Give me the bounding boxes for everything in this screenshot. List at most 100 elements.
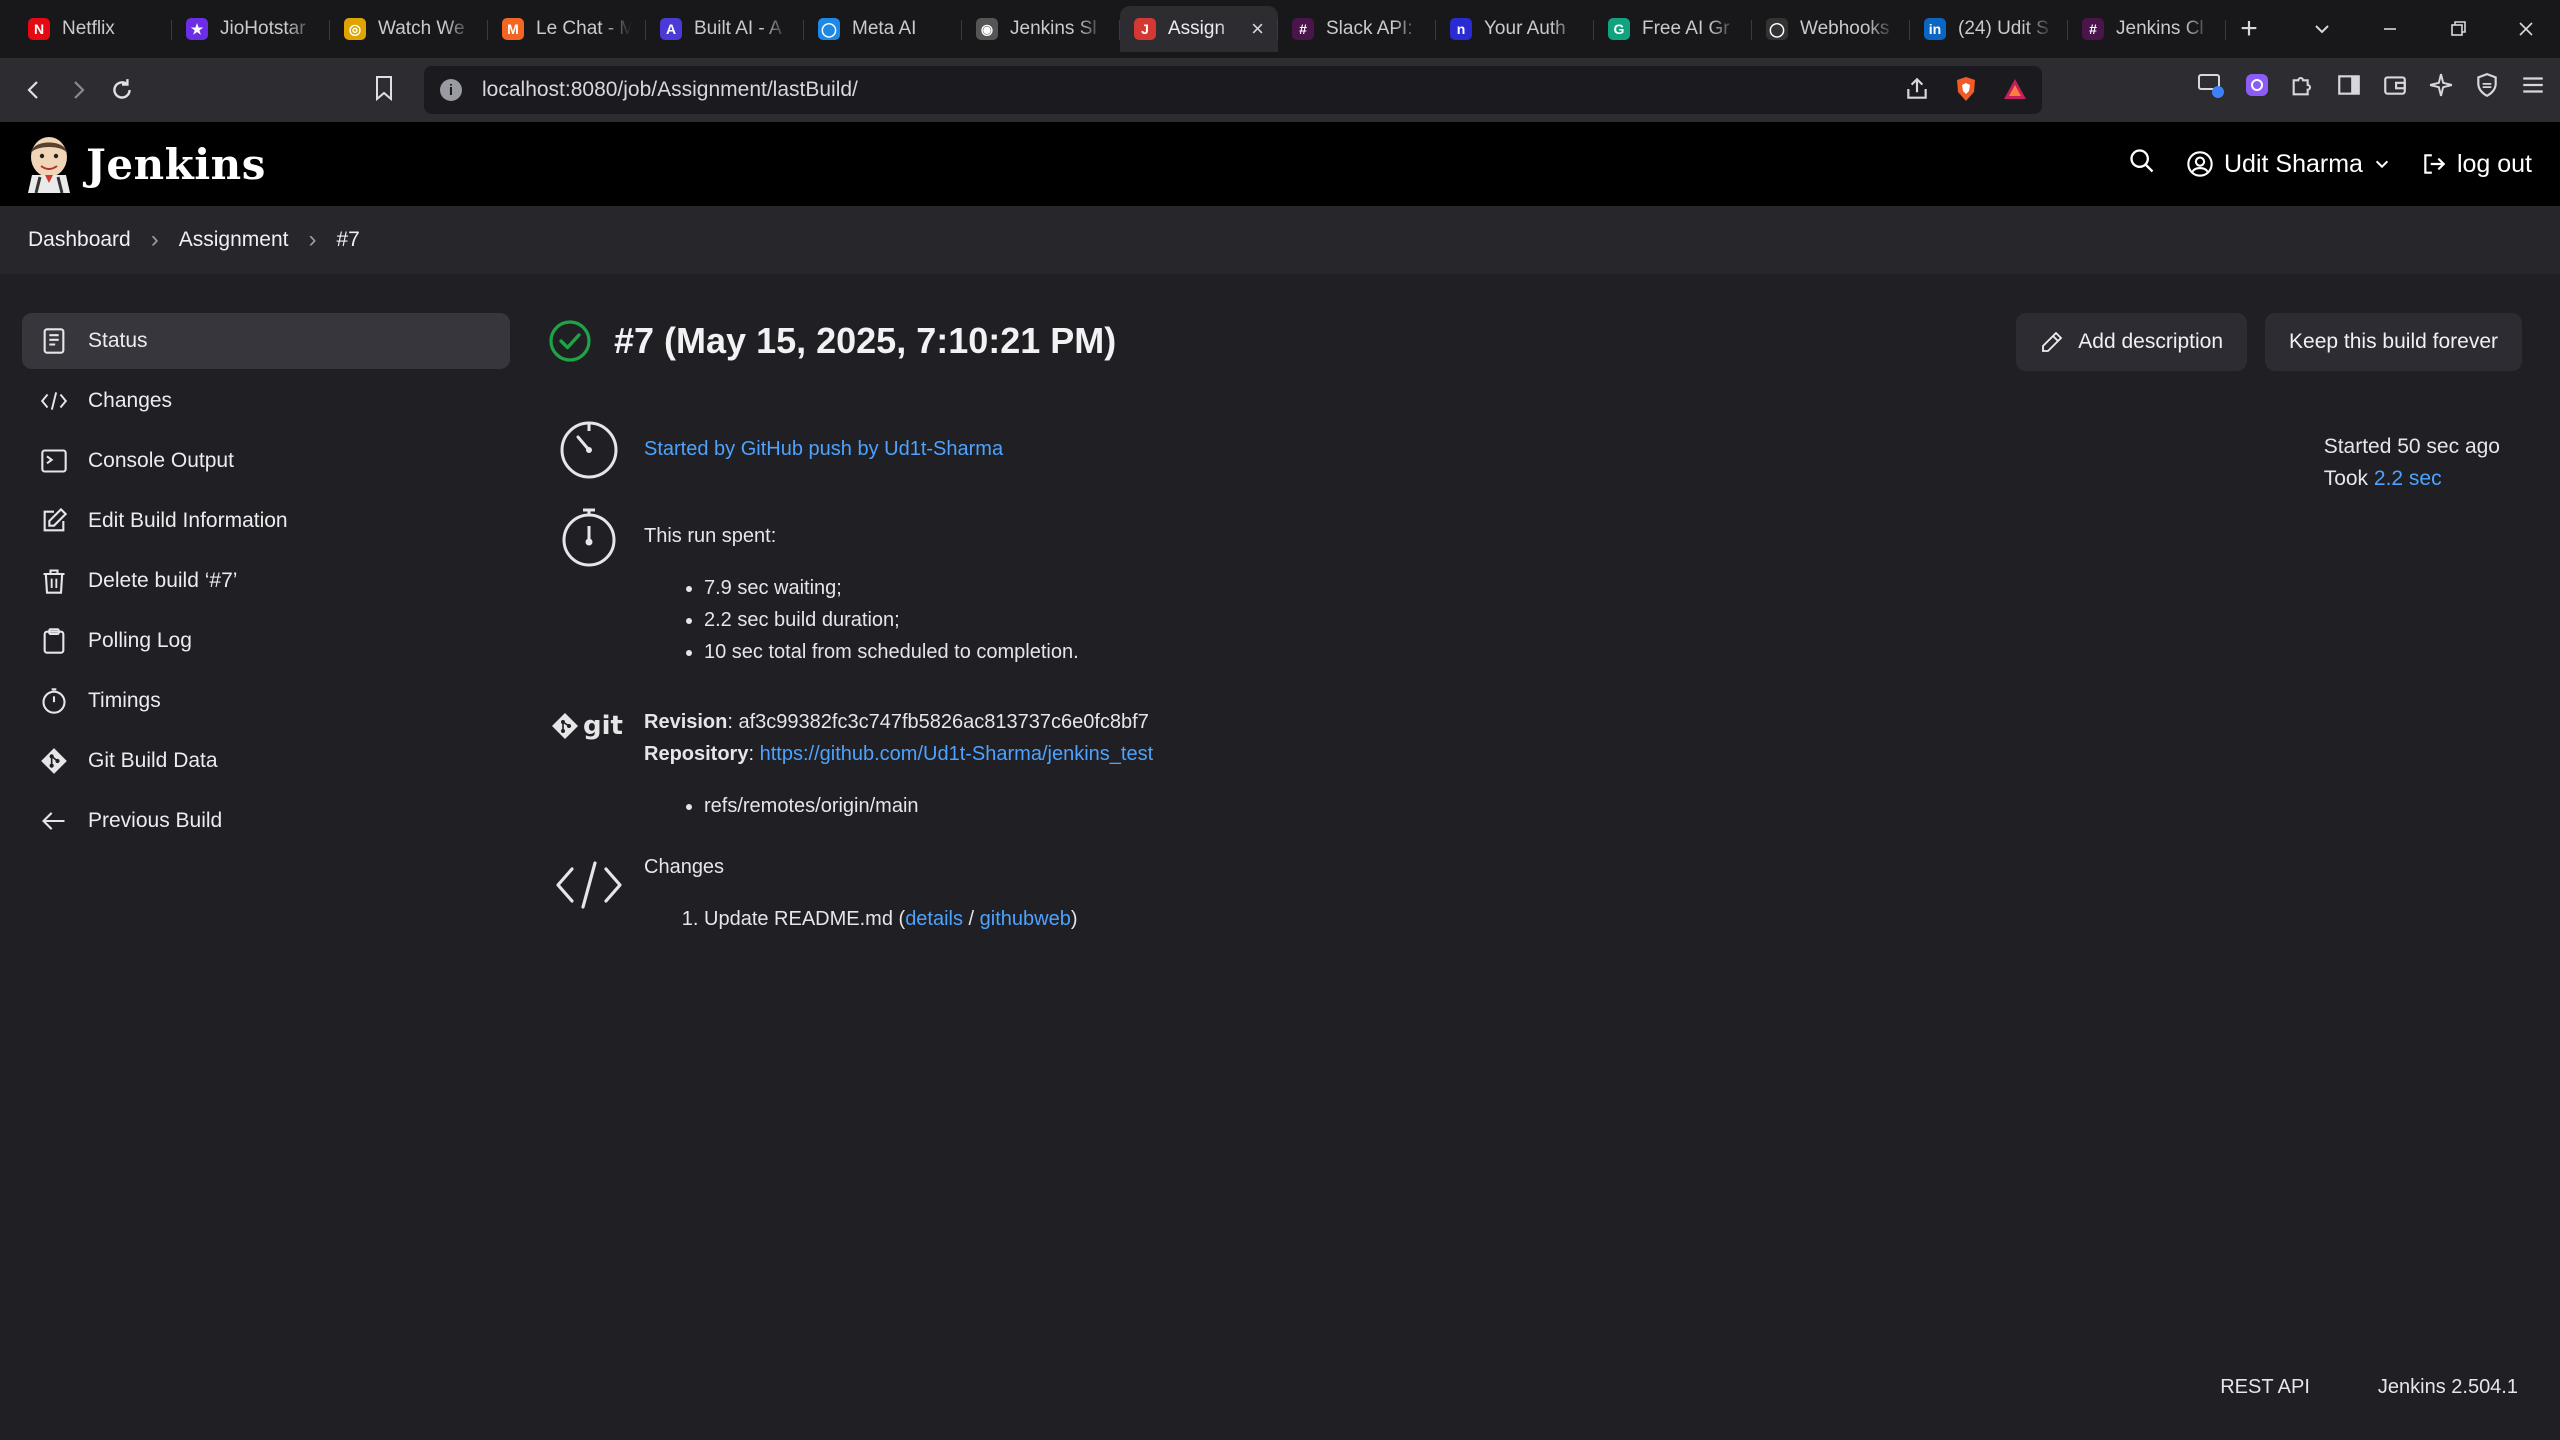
- jenkins-version-link[interactable]: Jenkins 2.504.1: [2378, 1376, 2518, 1399]
- took-duration-link[interactable]: 2.2 sec: [2374, 467, 2442, 490]
- took-label: Took: [2323, 467, 2369, 490]
- browser-tab[interactable]: ★ JioHotstar: [172, 6, 330, 52]
- started-ago: Started 50 sec ago: [2323, 435, 2500, 458]
- back-button[interactable]: [12, 68, 56, 112]
- bookmark-icon[interactable]: [372, 74, 396, 107]
- url-text[interactable]: localhost:8080/job/Assignment/lastBuild/: [482, 78, 858, 102]
- sidebar-item-label: Changes: [88, 389, 173, 412]
- address-bar[interactable]: i localhost:8080/job/Assignment/lastBuil…: [424, 66, 2042, 114]
- started-by-link[interactable]: Started by GitHub push by Ud1t-Sharma: [644, 438, 1003, 460]
- screen-share-extension-icon[interactable]: [2196, 70, 2226, 100]
- edit-icon: [43, 507, 68, 532]
- sidebar-item-polling-log[interactable]: Polling Log: [22, 613, 510, 669]
- sidebar-item-changes[interactable]: Changes: [22, 373, 510, 429]
- list-item: 7.9 sec waiting;: [704, 572, 1079, 604]
- browser-tab[interactable]: # Jenkins Cl: [2068, 6, 2226, 52]
- vpn-shield-icon[interactable]: [2472, 70, 2502, 100]
- browser-menu-icon[interactable]: [2518, 70, 2548, 100]
- sidebar-item-console-output[interactable]: Console Output: [22, 433, 510, 489]
- logout-link[interactable]: log out: [2421, 150, 2532, 179]
- sidebar-item-label: Delete build ‘#7’: [88, 569, 238, 592]
- jenkins-title[interactable]: Jenkins: [86, 140, 266, 189]
- leo-ai-icon[interactable]: [2426, 70, 2456, 100]
- timer-icon: [560, 421, 618, 479]
- close-window-button[interactable]: [2492, 0, 2560, 58]
- close-tab-icon[interactable]: ×: [1251, 16, 1264, 42]
- add-description-label: Add description: [2078, 330, 2224, 353]
- tab-label: JioHotstar: [220, 18, 306, 39]
- tab-label: Le Chat - M: [536, 18, 632, 39]
- browser-tab[interactable]: J Assign ×: [1120, 6, 1278, 52]
- wallet-icon[interactable]: [2380, 70, 2410, 100]
- user-name[interactable]: Udit Sharma: [2224, 150, 2363, 179]
- brave-shields-icon[interactable]: [1954, 76, 1978, 108]
- rest-api-link[interactable]: REST API: [2220, 1376, 2310, 1399]
- browser-tab[interactable]: n Your Auth: [1436, 6, 1594, 52]
- sidebar-item-label: Previous Build: [88, 809, 223, 832]
- site-info-icon[interactable]: i: [440, 79, 462, 101]
- browser-tab[interactable]: ◎ Watch We: [330, 6, 488, 52]
- ai-extension-icon[interactable]: [2242, 70, 2272, 100]
- extensions-area: [2196, 70, 2548, 100]
- puzzle-extensions-icon[interactable]: [2288, 70, 2318, 100]
- tab-favicon-icon: A: [660, 18, 682, 40]
- keep-build-forever-button[interactable]: Keep this build forever: [2265, 313, 2522, 371]
- code-icon: [556, 861, 622, 909]
- browser-tab[interactable]: in (24) Udit S: [1910, 6, 2068, 52]
- restore-button[interactable]: [2424, 0, 2492, 58]
- brave-rewards-icon[interactable]: [2002, 77, 2028, 107]
- tab-label: Webhooks: [1800, 18, 1890, 39]
- browser-tab[interactable]: ◯ Meta AI: [804, 6, 962, 52]
- logout-label[interactable]: log out: [2457, 150, 2532, 179]
- repository-link[interactable]: https://github.com/Ud1t-Sharma/jenkins_t…: [760, 743, 1154, 765]
- reload-button[interactable]: [100, 68, 144, 112]
- sidebar-item-edit-build-information[interactable]: Edit Build Information: [22, 493, 510, 549]
- revision-label: Revision: [644, 711, 728, 733]
- tab-label: (24) Udit S: [1958, 18, 2049, 39]
- sidebar-item-timings[interactable]: Timings: [22, 673, 510, 729]
- minimize-button[interactable]: [2356, 0, 2424, 58]
- user-menu[interactable]: Udit Sharma: [2186, 150, 2391, 179]
- tab-favicon-icon: ◎: [344, 18, 366, 40]
- repository-row: Repository: https://github.com/Ud1t-Shar…: [644, 743, 1154, 765]
- changes-label: Changes: [644, 856, 725, 878]
- change-githubweb-link[interactable]: githubweb: [980, 908, 1071, 930]
- status-icon: [43, 328, 65, 354]
- sidebar-item-delete-build[interactable]: Delete build ‘#7’: [22, 553, 510, 609]
- pencil-icon: [2042, 331, 2063, 352]
- sidebar-item-previous-build[interactable]: Previous Build: [22, 793, 510, 849]
- breadcrumb-build[interactable]: #7: [336, 228, 359, 252]
- new-tab-button[interactable]: +: [2226, 6, 2272, 52]
- browser-tab[interactable]: N Netflix: [14, 6, 172, 52]
- forward-button[interactable]: [56, 68, 100, 112]
- sidebar-item-label: Timings: [88, 689, 161, 712]
- jenkins-butler-logo-icon: [28, 137, 70, 193]
- sidebar-item-git-build-data[interactable]: Git Build Data: [22, 733, 510, 789]
- search-icon[interactable]: [2128, 147, 2156, 182]
- jenkins-home-link[interactable]: Jenkins: [26, 135, 266, 193]
- tab-favicon-icon: J: [1134, 18, 1156, 40]
- tab-favicon-icon: ★: [186, 18, 208, 40]
- browser-tab[interactable]: M Le Chat - M: [488, 6, 646, 52]
- breadcrumb-dashboard[interactable]: Dashboard: [28, 228, 131, 252]
- took-row: Took 2.2 sec: [2324, 463, 2500, 495]
- add-description-button[interactable]: Add description: [2016, 313, 2248, 371]
- browser-tab[interactable]: ◯ Webhooks: [1752, 6, 1910, 52]
- tab-favicon-icon: n: [1450, 18, 1472, 40]
- revision-hash: af3c99382fc3c747fb5826ac813737c6e0fc8bf7: [738, 711, 1149, 733]
- breadcrumb-assignment[interactable]: Assignment: [179, 228, 289, 252]
- tab-favicon-icon: ◯: [818, 18, 840, 40]
- sidebar-item-status[interactable]: Status: [22, 313, 510, 369]
- browser-tab[interactable]: # Slack API:: [1278, 6, 1436, 52]
- sidebar-toggle-icon[interactable]: [2334, 70, 2364, 100]
- browser-tab[interactable]: G Free AI Gr: [1594, 6, 1752, 52]
- change-details-link[interactable]: details: [905, 908, 963, 930]
- tab-label: Netflix: [62, 18, 115, 39]
- share-icon[interactable]: [1904, 76, 1930, 108]
- browser-tab[interactable]: A Built AI - A: [646, 6, 804, 52]
- browser-tab[interactable]: ◉ Jenkins Sl: [962, 6, 1120, 52]
- tab-favicon-icon: in: [1924, 18, 1946, 40]
- tab-search-chevron-icon[interactable]: [2288, 0, 2356, 58]
- chevron-down-icon[interactable]: [2373, 155, 2391, 173]
- breadcrumb: Dashboard › Assignment › #7: [0, 206, 2560, 274]
